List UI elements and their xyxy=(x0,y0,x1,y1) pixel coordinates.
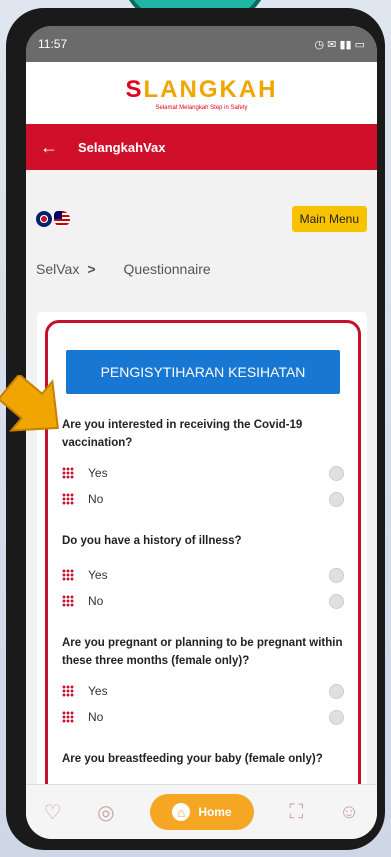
grid-icon xyxy=(62,711,74,723)
logo: SLANGKAH Selamat Melangkah Step in Safet… xyxy=(26,62,377,124)
breadcrumb-root[interactable]: SelVax xyxy=(36,261,79,277)
questionnaire-card: PENGISYTIHARAN KESIHATAN Are you interes… xyxy=(37,312,367,812)
malaysia-flag-icon[interactable] xyxy=(54,211,70,227)
status-icons: ◷ ✉ ▮▮ ▭ xyxy=(314,38,365,51)
option-row[interactable]: Yes xyxy=(48,562,358,588)
main-menu-button[interactable]: Main Menu xyxy=(291,206,367,232)
radio-button[interactable] xyxy=(329,491,344,507)
option-label: Yes xyxy=(88,568,108,582)
pointer-arrow-icon xyxy=(0,375,59,432)
option-label: Yes xyxy=(88,684,108,698)
question-1: Are you interested in receiving the Covi… xyxy=(62,419,303,449)
radio-button[interactable] xyxy=(329,683,344,699)
option-label: No xyxy=(88,594,104,608)
globe-icon[interactable]: ◎ xyxy=(97,800,114,825)
people-icon[interactable]: ☺ xyxy=(339,801,359,824)
back-arrow-icon[interactable]: ← xyxy=(40,137,58,158)
language-row: Main Menu xyxy=(26,184,377,254)
uk-flag-icon[interactable] xyxy=(36,211,52,227)
option-label: No xyxy=(88,492,104,506)
grid-icon xyxy=(62,595,74,607)
breadcrumb-current: Questionnaire xyxy=(123,261,211,277)
option-row[interactable]: No xyxy=(48,486,358,512)
logo-rest: LANGKAH xyxy=(143,75,278,103)
option-row[interactable]: No xyxy=(48,588,358,614)
form-header-button[interactable]: PENGISYTIHARAN KESIHATAN xyxy=(66,350,340,394)
home-label: Home xyxy=(198,805,232,819)
breadcrumb-chevron-icon: > xyxy=(87,261,96,277)
home-button[interactable]: ⌂ Home xyxy=(149,794,254,830)
app-bar: ← SelangkahVax xyxy=(26,124,377,170)
radio-button[interactable] xyxy=(329,567,344,583)
heart-monitor-icon[interactable]: ♡ xyxy=(44,800,62,825)
status-bar: 11:57 ◷ ✉ ▮▮ ▭ xyxy=(26,26,377,62)
scan-icon[interactable]: ⛶ xyxy=(289,801,303,824)
question-4: Are you breastfeeding your baby (female … xyxy=(62,753,323,765)
logo-wordmark: SLANGKAH xyxy=(125,76,277,104)
phone-screen: 11:57 ◷ ✉ ▮▮ ▭ SLANGKAH Selamat Melangka… xyxy=(26,26,377,839)
option-row[interactable]: Yes xyxy=(48,678,358,704)
grid-icon xyxy=(62,685,74,697)
language-switcher[interactable] xyxy=(36,211,70,227)
home-icon: ⌂ xyxy=(172,803,191,821)
logo-s: S xyxy=(125,75,144,103)
bottom-nav: ♡ ◎ ⌂ Home ⛶ ☺ xyxy=(26,784,377,839)
logo-tagline: Selamat Melangkah Step in Safety xyxy=(155,104,248,111)
option-row[interactable]: No xyxy=(48,704,358,730)
grid-icon xyxy=(62,493,74,505)
radio-button[interactable] xyxy=(329,709,344,725)
option-label: Yes xyxy=(88,466,108,480)
highlight-box: PENGISYTIHARAN KESIHATAN Are you interes… xyxy=(45,320,361,802)
radio-button[interactable] xyxy=(329,465,344,481)
option-row[interactable]: Yes xyxy=(48,460,358,486)
radio-button[interactable] xyxy=(329,593,344,609)
app-bar-title: SelangkahVax xyxy=(78,139,166,155)
grid-icon xyxy=(62,467,74,479)
question-3: Are you pregnant or planning to be pregn… xyxy=(62,637,343,667)
question-2: Do you have a history of illness? xyxy=(62,535,242,547)
breadcrumb: SelVax > Questionnaire xyxy=(26,254,377,284)
grid-icon xyxy=(62,569,74,581)
status-time: 11:57 xyxy=(38,37,68,51)
option-label: No xyxy=(88,710,104,724)
